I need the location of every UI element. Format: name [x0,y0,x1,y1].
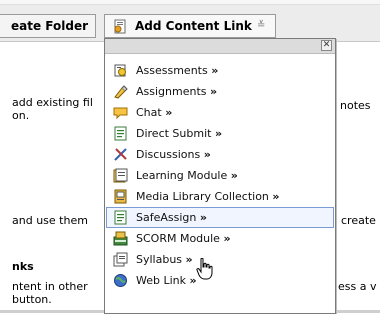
discussion-icon [113,147,128,162]
menu-item-scorm-module[interactable]: SCORM Module » [106,228,334,249]
background-text: add existing fil [12,96,93,109]
assignment-icon [113,84,128,99]
toolbar-stripe [0,0,380,5]
section-heading: nks [12,260,34,273]
menu-item-suffix: » [165,106,173,119]
background-text: create [341,214,376,227]
menu-item-label: Learning Module [136,169,228,182]
menu-item-suffix: » [203,148,211,161]
background-text: and use them [12,214,88,227]
menu-item-label: Discussions [136,148,201,161]
menu-item-label: SafeAssign [136,211,197,224]
menu-item-label: Assessments [136,64,208,77]
menu-item-suffix: » [230,169,238,182]
menu-item-media-library-collection[interactable]: Media Library Collection » [106,186,334,207]
menu-item-chat[interactable]: Chat » [106,102,334,123]
menu-item-suffix: » [223,232,231,245]
menu-item-label: Direct Submit [136,127,212,140]
web-link-icon [113,273,128,288]
menu-item-suffix: » [214,127,223,140]
chevron-down-icon: ≚ [257,20,266,31]
menu-item-label: Syllabus [136,253,183,266]
background-text: button. [12,293,52,306]
menu-item-direct-submit[interactable]: Direct Submit » [106,123,334,144]
chat-icon [113,105,128,120]
menu-item-web-link[interactable]: Web Link » [106,270,334,291]
menu-item-suffix: » [211,64,219,77]
menu-item-assignments[interactable]: Assignments » [106,81,334,102]
menu-item-label: Assignments [136,85,207,98]
menu-item-label: Web Link [136,274,187,287]
scorm-icon [113,231,128,246]
menu-item-suffix: » [185,253,193,266]
menu-item-syllabus[interactable]: Syllabus » [106,249,334,270]
content-toolbar: eate Folder Add Content Link ≚ [0,0,380,42]
create-folder-button[interactable]: eate Folder [0,14,96,38]
menu-item-label: Chat [136,106,162,119]
safeassign-icon [113,210,128,225]
menu-header: ✕ [105,39,335,54]
menu-item-assessments[interactable]: Assessments » [106,60,334,81]
add-content-link-label: Add Content Link [135,19,252,33]
background-text: ess a v [338,280,377,293]
media-library-icon [113,189,128,204]
menu-item-learning-module[interactable]: Learning Module » [106,165,334,186]
close-icon[interactable]: ✕ [321,40,332,51]
add-content-link-button[interactable]: Add Content Link ≚ [104,14,276,38]
background-text: on. [12,109,30,122]
menu-item-suffix: » [210,85,218,98]
syllabus-icon [113,252,128,267]
add-content-link-menu: ✕ Assessments » Assignments » Chat » Dir… [104,38,336,314]
background-text: ntent in other [12,280,88,293]
assessment-icon [113,63,128,78]
create-folder-label: eate Folder [11,19,89,33]
menu-item-safeassign[interactable]: SafeAssign » [106,207,334,228]
hand-cursor-icon [196,257,214,283]
menu-item-suffix: » [272,190,280,203]
menu-item-label: Media Library Collection [136,190,269,203]
menu-item-discussions[interactable]: Discussions » [106,144,334,165]
learning-module-icon [113,168,128,183]
menu-item-suffix: » [199,211,207,224]
direct-submit-icon [113,126,128,141]
background-text: notes [340,99,371,112]
menu-item-label: SCORM Module [136,232,220,245]
